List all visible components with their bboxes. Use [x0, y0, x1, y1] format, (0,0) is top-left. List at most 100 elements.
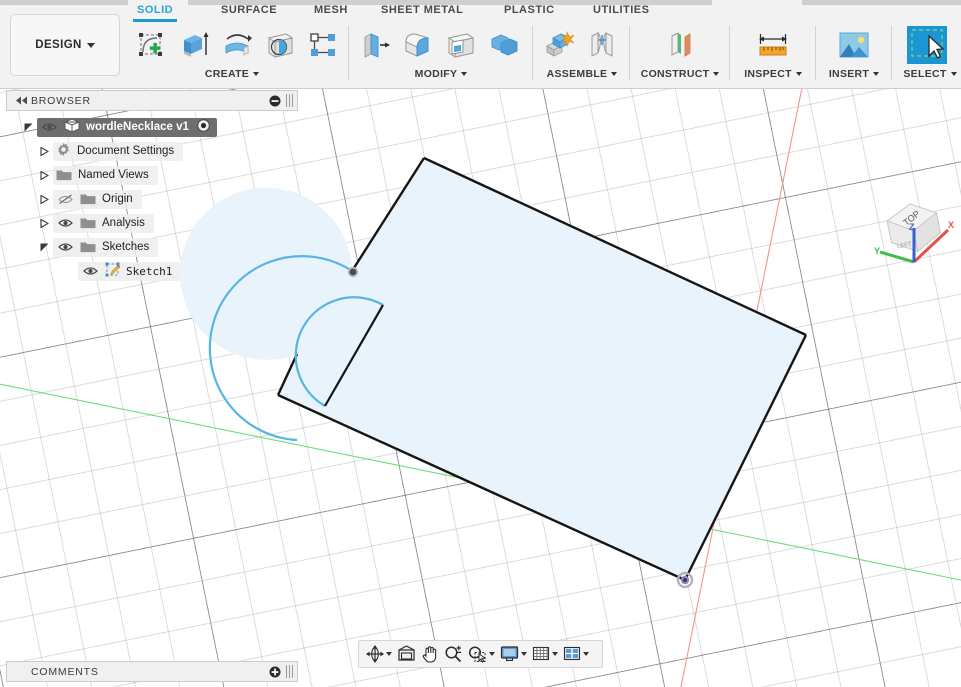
- construct-group-label[interactable]: CONSTRUCT: [637, 68, 723, 80]
- visibility-eye-hidden-icon[interactable]: [56, 190, 74, 208]
- group-separator: [532, 26, 533, 80]
- fillet-icon[interactable]: [399, 26, 437, 64]
- browser-title: BROWSER: [31, 94, 91, 107]
- pattern-icon[interactable]: [304, 26, 342, 64]
- tree-node-sketches[interactable]: Sketches: [6, 235, 298, 259]
- assemble-group-label[interactable]: ASSEMBLE: [540, 68, 624, 80]
- revolve-icon[interactable]: [218, 26, 256, 64]
- folder-icon: [80, 216, 96, 230]
- visibility-eye-icon[interactable]: [40, 118, 58, 136]
- grid-icon: [532, 646, 550, 661]
- modify-group-label[interactable]: MODIFY: [356, 68, 526, 80]
- combine-icon[interactable]: [485, 26, 523, 64]
- zoom-button[interactable]: [442, 642, 464, 666]
- twisty-collapsed-icon[interactable]: [36, 163, 53, 187]
- visibility-eye-icon[interactable]: [56, 214, 74, 232]
- zoom-window-button[interactable]: [465, 642, 497, 666]
- measure-icon[interactable]: [754, 26, 792, 64]
- offset-plane-icon[interactable]: [661, 26, 699, 64]
- chevron-down-icon: [461, 72, 468, 76]
- tree-node-analysis[interactable]: Analysis: [6, 211, 298, 235]
- display-monitor-icon: [500, 646, 519, 661]
- workspace-label: DESIGN: [35, 39, 82, 51]
- twisty-collapsed-icon[interactable]: [36, 139, 53, 163]
- browser-resize-grip[interactable]: [286, 94, 293, 107]
- new-component-icon[interactable]: [540, 26, 578, 64]
- collapse-left-icon[interactable]: [14, 94, 28, 108]
- visibility-eye-icon[interactable]: [56, 238, 74, 256]
- zoom-icon: [445, 645, 462, 663]
- tab-surface[interactable]: SURFACE: [221, 4, 277, 16]
- fusion360-window: TOP LEFT Y X Z DESIGN SOLID SURFACE MESH…: [0, 0, 961, 687]
- select-group-label[interactable]: SELECT: [899, 68, 961, 80]
- twisty-expanded-icon[interactable]: [36, 235, 53, 259]
- chevron-down-icon: [611, 72, 618, 76]
- tree-node-named-views[interactable]: Named Views: [6, 163, 298, 187]
- create-group-label[interactable]: CREATE: [132, 68, 332, 80]
- comments-resize-grip[interactable]: [286, 665, 293, 678]
- tree-node-wordlenecklace[interactable]: wordleNecklace v1: [6, 115, 298, 139]
- tree-label: Sketch1: [126, 264, 173, 278]
- chevron-down-icon: [253, 72, 260, 76]
- create-sketch-icon[interactable]: [132, 26, 170, 64]
- tree-node-origin[interactable]: Origin: [6, 187, 298, 211]
- ribbon-group-construct: CONSTRUCT: [637, 24, 723, 86]
- tree-node-sketch1[interactable]: Sketch1: [6, 259, 298, 283]
- browser-tree: wordleNecklace v1 Document Settings Name…: [6, 115, 298, 283]
- tree-node-document-settings[interactable]: Document Settings: [6, 139, 298, 163]
- insert-image-icon[interactable]: [835, 26, 873, 64]
- press-pull-icon[interactable]: [356, 26, 394, 64]
- comments-title: COMMENTS: [31, 665, 99, 678]
- chevron-down-icon: [489, 652, 495, 656]
- plus-circle-icon[interactable]: [268, 665, 282, 679]
- comments-panel: COMMENTS: [6, 661, 298, 682]
- orbit-icon: [366, 645, 384, 663]
- navigation-bar: [358, 640, 603, 668]
- viewports-icon: [563, 646, 581, 661]
- axis-label-y: Y: [874, 246, 880, 256]
- arc-center-point[interactable]: [347, 266, 359, 278]
- twisty-collapsed-icon[interactable]: [36, 211, 53, 235]
- tree-label: Analysis: [102, 217, 145, 229]
- inspect-group-label[interactable]: INSPECT: [737, 68, 809, 80]
- activate-component-icon[interactable]: [197, 119, 210, 135]
- insert-group-label[interactable]: INSERT: [823, 68, 885, 80]
- visibility-eye-icon[interactable]: [81, 262, 99, 280]
- tab-plastic[interactable]: PLASTIC: [504, 4, 555, 16]
- group-separator: [629, 26, 630, 80]
- group-separator: [891, 26, 892, 80]
- shell-icon[interactable]: [442, 26, 480, 64]
- workspace-switcher-button[interactable]: DESIGN: [10, 14, 120, 76]
- viewports-button[interactable]: [561, 642, 591, 666]
- tree-label: Origin: [102, 193, 133, 205]
- axis-tripod: Y X Z: [874, 220, 954, 264]
- sketch-icon: [105, 262, 121, 280]
- grid-snaps-button[interactable]: [530, 642, 560, 666]
- extrude-icon[interactable]: [175, 26, 213, 64]
- tab-sheet-metal[interactable]: SHEET METAL: [381, 4, 463, 16]
- tree-label: Named Views: [78, 169, 149, 181]
- folder-icon: [56, 168, 72, 182]
- twisty-collapsed-icon[interactable]: [36, 187, 53, 211]
- ribbon-group-modify: MODIFY: [356, 24, 526, 86]
- group-separator: [348, 26, 349, 80]
- look-at-button[interactable]: [395, 642, 418, 666]
- chevron-down-icon: [795, 72, 802, 76]
- view-cube[interactable]: TOP LEFT Y X Z: [868, 188, 958, 278]
- tab-utilities[interactable]: UTILITIES: [593, 4, 649, 16]
- zoom-window-icon: [468, 646, 487, 663]
- chevron-down-icon: [950, 72, 957, 76]
- minus-circle-icon[interactable]: [268, 94, 282, 108]
- display-settings-button[interactable]: [498, 642, 529, 666]
- tab-mesh[interactable]: MESH: [314, 4, 348, 16]
- orbit-button[interactable]: [364, 642, 394, 666]
- browser-panel: BROWSER wordleNecklace v1 Document Setti…: [6, 90, 298, 283]
- tab-solid[interactable]: SOLID: [133, 4, 178, 22]
- twisty-expanded-icon[interactable]: [20, 115, 37, 139]
- pan-button[interactable]: [419, 642, 441, 666]
- select-window-icon[interactable]: [905, 24, 949, 66]
- ribbon-toolbar: DESIGN SOLID SURFACE MESH SHEET METAL PL…: [0, 0, 961, 89]
- sphere-icon[interactable]: [261, 26, 299, 64]
- joint-icon[interactable]: [583, 26, 621, 64]
- tree-label: Sketches: [102, 241, 150, 253]
